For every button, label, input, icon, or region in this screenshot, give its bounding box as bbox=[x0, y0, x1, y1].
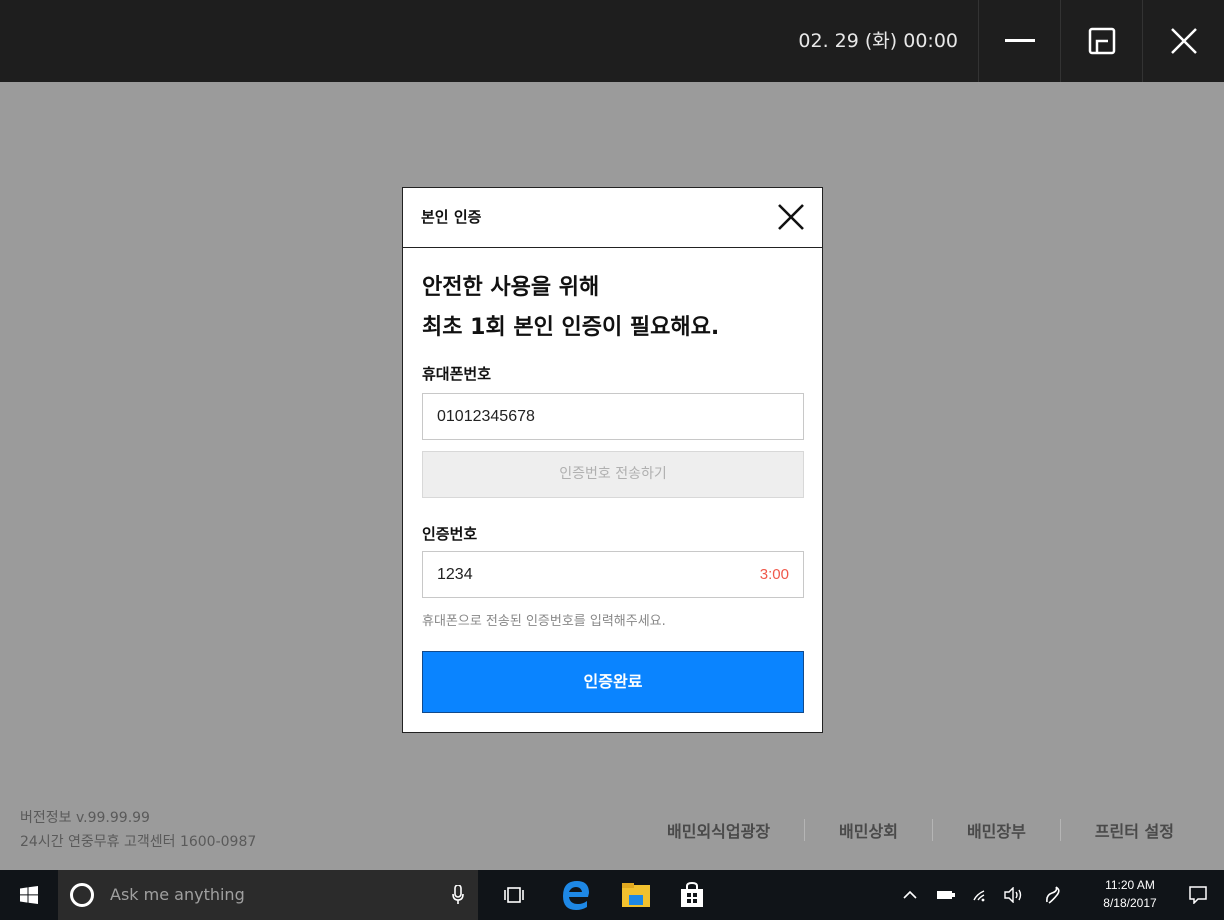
wifi-icon bbox=[973, 890, 985, 902]
store-button[interactable] bbox=[668, 870, 716, 920]
pen-workspace-button[interactable] bbox=[1040, 870, 1068, 920]
dialog-close-button[interactable] bbox=[776, 202, 806, 232]
confirm-button[interactable]: 인증완료 bbox=[422, 651, 804, 713]
taskbar-clock[interactable]: 11:20 AM 8/18/2017 bbox=[1096, 876, 1164, 912]
windows-logo-icon bbox=[20, 886, 38, 904]
datetime-display: 02. 29 (화) 00:00 bbox=[798, 30, 958, 52]
phone-label: 휴대폰번호 bbox=[422, 365, 492, 383]
folder-icon bbox=[622, 883, 650, 907]
store-bag-icon bbox=[681, 882, 703, 907]
close-app-button[interactable] bbox=[1142, 0, 1224, 82]
code-hint: 휴대폰으로 전송된 인증번호를 입력해주세요. bbox=[422, 614, 666, 629]
app-titlebar: 02. 29 (화) 00:00 bbox=[0, 0, 1224, 82]
speaker-icon bbox=[1004, 887, 1022, 903]
link-printer-settings[interactable]: 프린터 설정 bbox=[1095, 818, 1174, 842]
taskbar-search-box[interactable]: Ask me anything bbox=[58, 870, 478, 920]
minimize-button[interactable] bbox=[978, 0, 1060, 82]
footer-links: 배민외식업광장 배민상회 배민장부 프린터 설정 bbox=[667, 818, 1174, 842]
action-center-button[interactable] bbox=[1180, 870, 1216, 920]
clock-time: 11:20 AM bbox=[1105, 878, 1155, 892]
network-button[interactable] bbox=[968, 870, 992, 920]
code-label: 인증번호 bbox=[422, 525, 478, 543]
send-code-button[interactable]: 인증번호 전송하기 bbox=[422, 451, 804, 498]
link-baemin-food-square[interactable]: 배민외식업광장 bbox=[667, 818, 770, 842]
close-icon bbox=[778, 204, 804, 230]
show-hidden-icons-button[interactable] bbox=[898, 870, 922, 920]
divider bbox=[804, 819, 806, 841]
edge-icon bbox=[563, 881, 589, 910]
notification-icon bbox=[1189, 886, 1207, 904]
phone-input[interactable]: 01012345678 bbox=[422, 393, 804, 440]
pen-icon bbox=[1046, 886, 1060, 904]
headline-line-2: 최초 1회 본인 인증이 필요해요. bbox=[422, 315, 720, 340]
cortana-icon bbox=[70, 883, 94, 907]
code-input-value: 1234 bbox=[437, 566, 473, 583]
identity-verification-dialog: 본인 인증 안전한 사용을 위해 최초 1회 본인 인증이 필요해요. 휴대폰번… bbox=[402, 187, 823, 733]
task-view-icon bbox=[504, 887, 524, 903]
link-baemin-store[interactable]: 배민상회 bbox=[839, 818, 898, 842]
volume-button[interactable] bbox=[1000, 870, 1028, 920]
chevron-up-icon bbox=[903, 890, 917, 899]
task-view-button[interactable] bbox=[490, 870, 538, 920]
search-placeholder: Ask me anything bbox=[110, 885, 245, 904]
restore-icon bbox=[1088, 27, 1115, 55]
link-baemin-ledger[interactable]: 배민장부 bbox=[967, 818, 1026, 842]
file-explorer-button[interactable] bbox=[612, 870, 660, 920]
phone-input-value: 01012345678 bbox=[437, 408, 535, 425]
dialog-header: 본인 인증 bbox=[403, 188, 822, 248]
countdown-timer: 3:00 bbox=[759, 566, 789, 583]
start-button[interactable] bbox=[0, 870, 58, 920]
support-info: 24시간 연중무휴 고객센터 1600-0987 bbox=[20, 834, 257, 850]
divider bbox=[931, 819, 933, 841]
code-input[interactable]: 1234 3:00 bbox=[422, 551, 804, 598]
dialog-title: 본인 인증 bbox=[421, 208, 482, 226]
divider bbox=[1059, 819, 1061, 841]
headline-line-1: 안전한 사용을 위해 bbox=[422, 275, 600, 300]
battery-button[interactable] bbox=[934, 870, 958, 920]
version-info: 버전정보 v.99.99.99 bbox=[20, 810, 150, 826]
clock-date: 8/18/2017 bbox=[1103, 896, 1157, 910]
dialog-headline: 안전한 사용을 위해 최초 1회 본인 인증이 필요해요. bbox=[422, 268, 719, 348]
restore-button[interactable] bbox=[1060, 0, 1142, 82]
close-icon bbox=[1170, 28, 1197, 54]
edge-browser-button[interactable] bbox=[552, 870, 600, 920]
minimize-icon bbox=[1004, 39, 1035, 42]
app-footer: 버전정보 v.99.99.99 24시간 연중무휴 고객센터 1600-0987… bbox=[0, 790, 1224, 870]
microphone-icon[interactable] bbox=[452, 885, 464, 905]
windows-taskbar: Ask me anything 11:20 AM 8/18/2017 bbox=[0, 870, 1224, 920]
footer-info: 버전정보 v.99.99.99 24시간 연중무휴 고객센터 1600-0987 bbox=[20, 806, 256, 854]
battery-icon bbox=[937, 891, 955, 899]
